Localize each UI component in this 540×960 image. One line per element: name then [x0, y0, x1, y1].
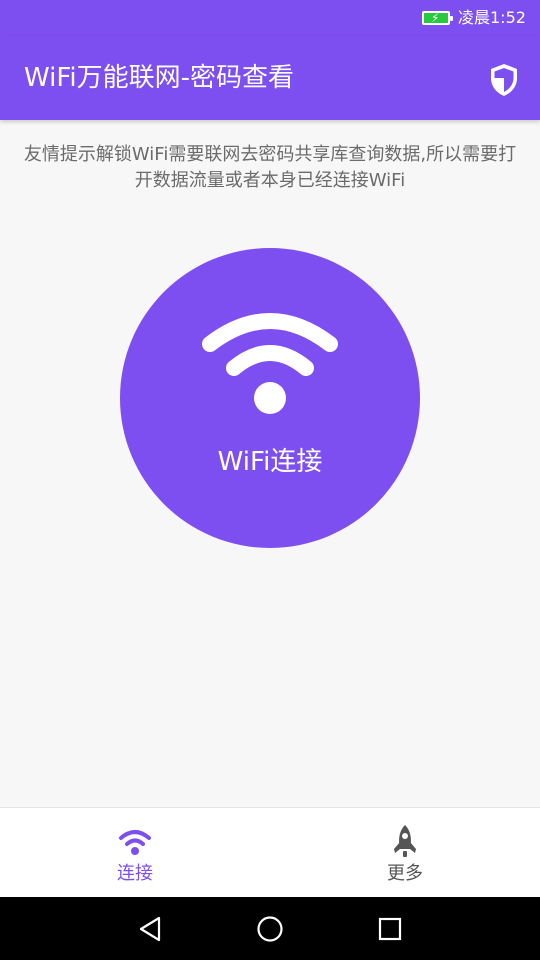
shield-icon	[491, 64, 517, 96]
back-icon	[139, 916, 161, 942]
back-button[interactable]	[130, 909, 170, 949]
shield-button[interactable]	[484, 60, 524, 100]
wifi-icon	[202, 313, 338, 414]
battery-icon: ⚡	[422, 11, 453, 25]
charging-icon: ⚡	[431, 11, 440, 25]
rocket-icon	[387, 824, 423, 860]
wifi-connect-button[interactable]: WiFi连接	[120, 248, 420, 548]
app-screen: ⚡ 凌晨1:52 WiFi万能联网-密码查看 友情提示解锁WiFi需要联网去密码…	[0, 0, 540, 960]
wifi-icon	[117, 824, 153, 860]
home-icon	[257, 916, 283, 942]
status-bar: ⚡ 凌晨1:52	[0, 0, 540, 36]
app-title: WiFi万能联网-密码查看	[24, 63, 295, 93]
nav-label-more: 更多	[387, 863, 423, 884]
nav-item-more[interactable]: 更多	[270, 808, 540, 897]
system-nav-bar	[0, 897, 540, 960]
tip-text: 友情提示解锁WiFi需要联网去密码共享库查询数据,所以需要打开数据流量或者本身已…	[23, 144, 517, 191]
bottom-nav: 连接 更多	[0, 807, 540, 897]
nav-item-connect[interactable]: 连接	[0, 808, 270, 897]
nav-label-connect: 连接	[117, 863, 153, 884]
home-button[interactable]	[250, 909, 290, 949]
recents-icon	[378, 917, 402, 941]
recents-button[interactable]	[370, 909, 410, 949]
app-bar: WiFi万能联网-密码查看	[0, 36, 540, 120]
status-time: 凌晨1:52	[458, 8, 526, 27]
wifi-connect-label: WiFi连接	[217, 447, 323, 477]
